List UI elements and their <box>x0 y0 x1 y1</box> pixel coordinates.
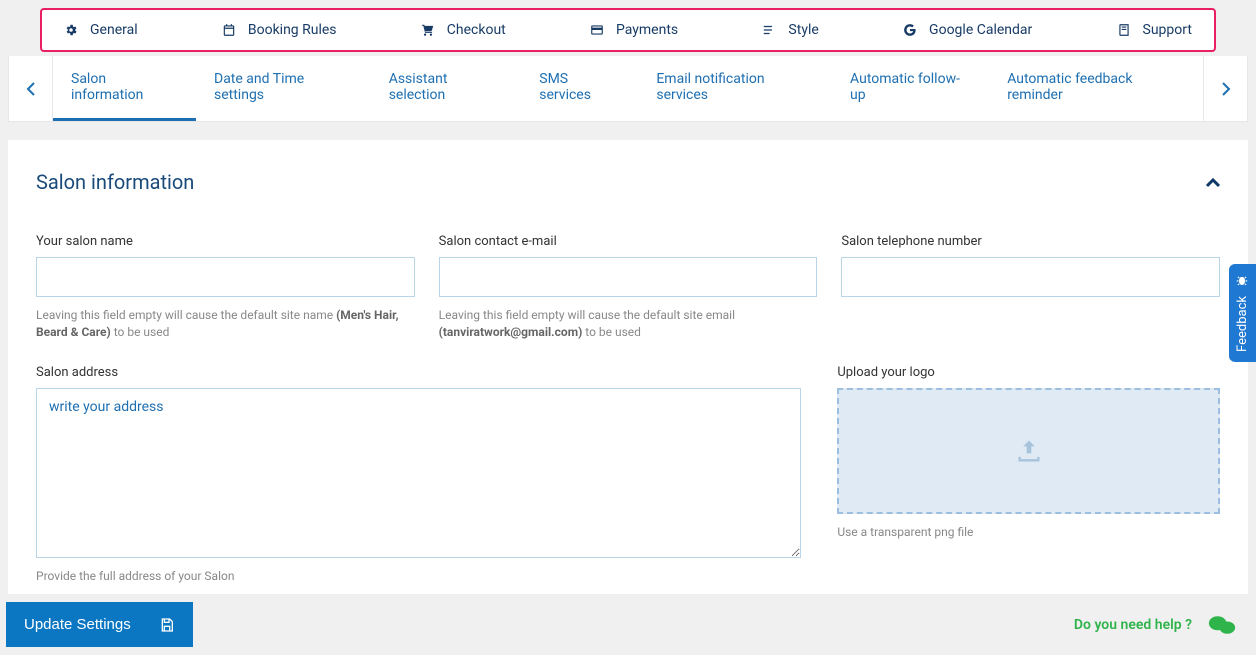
book-icon <box>1117 23 1131 37</box>
subtab-datetime[interactable]: Date and Time settings <box>196 56 371 121</box>
tab-booking[interactable]: Booking Rules <box>208 10 351 50</box>
tab-gcal[interactable]: Google Calendar <box>889 10 1046 50</box>
tab-style[interactable]: Style <box>748 10 832 50</box>
feedback-tab[interactable]: Feedback <box>1229 264 1256 362</box>
calendar-icon <box>222 23 236 37</box>
address-input[interactable] <box>36 388 801 558</box>
update-settings-label: Update Settings <box>24 616 131 633</box>
subtab-followup[interactable]: Automatic follow-up <box>832 56 989 121</box>
email-help: Leaving this field empty will cause the … <box>439 307 818 341</box>
tab-style-label: Style <box>788 22 818 38</box>
address-help: Provide the full address of your Salon <box>36 568 801 585</box>
email-help-pre: Leaving this field empty will cause the … <box>439 308 735 322</box>
tab-checkout[interactable]: Checkout <box>407 10 520 50</box>
cart-icon <box>421 23 435 37</box>
gear-icon <box>64 23 78 37</box>
logo-upload[interactable] <box>837 388 1220 514</box>
subtab-saloninfo[interactable]: Salon information <box>53 56 196 121</box>
chevron-left-icon <box>26 82 36 96</box>
panel-collapse[interactable] <box>1206 173 1220 192</box>
list-icon <box>762 23 776 37</box>
logo-help: Use a transparent png file <box>837 524 1220 541</box>
subtab-sms[interactable]: SMS services <box>521 56 638 121</box>
chevron-right-icon <box>1221 82 1231 96</box>
email-input[interactable] <box>439 257 818 297</box>
save-icon <box>159 617 175 633</box>
tab-support-label: Support <box>1143 22 1192 38</box>
feedback-label: Feedback <box>1235 296 1250 352</box>
panel-header: Salon information <box>36 170 1220 194</box>
scroll-left[interactable] <box>9 56 53 121</box>
panel-title: Salon information <box>36 170 194 194</box>
chat-icon <box>1208 613 1236 637</box>
bug-icon <box>1236 274 1250 288</box>
logo-label: Upload your logo <box>837 365 1220 380</box>
tab-checkout-label: Checkout <box>447 22 506 38</box>
tab-payments[interactable]: Payments <box>576 10 692 50</box>
subtab-feedback[interactable]: Automatic feedback reminder <box>989 56 1203 121</box>
tab-general-label: General <box>90 22 138 38</box>
subtab-email[interactable]: Email notification services <box>638 56 832 121</box>
name-help-post: to be used <box>111 325 170 339</box>
tab-booking-label: Booking Rules <box>248 22 337 38</box>
name-input[interactable] <box>36 257 415 297</box>
name-label: Your salon name <box>36 234 415 249</box>
email-help-post: to be used <box>582 325 641 339</box>
address-label: Salon address <box>36 365 801 380</box>
tab-payments-label: Payments <box>616 22 678 38</box>
upload-icon <box>1015 437 1043 465</box>
phone-label: Salon telephone number <box>841 234 1220 249</box>
help-link[interactable]: Do you need help ? <box>1074 613 1248 637</box>
card-icon <box>590 23 604 37</box>
tab-gcal-label: Google Calendar <box>929 22 1032 38</box>
google-icon <box>903 23 917 37</box>
main-tabs: General Booking Rules Checkout Payments … <box>40 8 1216 52</box>
name-help: Leaving this field empty will cause the … <box>36 307 415 341</box>
phone-input[interactable] <box>841 257 1220 297</box>
scroll-right[interactable] <box>1203 56 1247 121</box>
email-label: Salon contact e-mail <box>439 234 818 249</box>
update-settings-button[interactable]: Update Settings <box>6 602 193 647</box>
tab-support[interactable]: Support <box>1103 10 1206 50</box>
footer: Update Settings Do you need help ? <box>0 594 1256 655</box>
salon-info-panel: Salon information Your salon name Leavin… <box>8 140 1248 648</box>
sub-tabs: Salon information Date and Time settings… <box>53 56 1203 121</box>
tab-general[interactable]: General <box>50 10 152 50</box>
name-help-pre: Leaving this field empty will cause the … <box>36 308 336 322</box>
subtab-assistant[interactable]: Assistant selection <box>371 56 522 121</box>
help-link-label: Do you need help ? <box>1074 617 1192 633</box>
sub-tabs-row: Salon information Date and Time settings… <box>8 56 1248 122</box>
email-help-bold: (tanviratwork@gmail.com) <box>439 325 583 339</box>
chevron-up-icon <box>1206 178 1220 188</box>
